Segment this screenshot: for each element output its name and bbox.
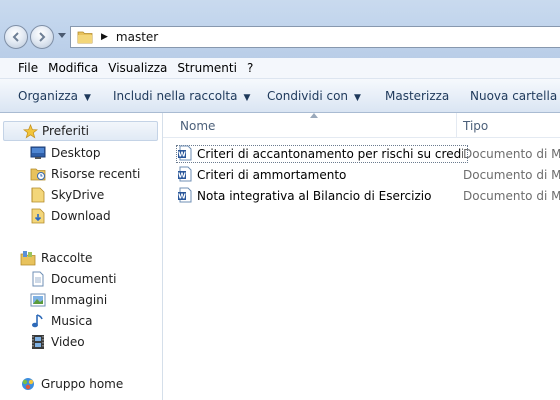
file-list: Nome Tipo W Criteri di accantonamento pe… — [163, 113, 560, 400]
back-button[interactable] — [4, 25, 28, 49]
nav-label: Documenti — [51, 272, 117, 286]
nav-label: Desktop — [51, 146, 101, 160]
column-divider[interactable] — [456, 113, 457, 137]
address-bar[interactable]: ▶ master — [70, 26, 560, 48]
burn-button[interactable]: Masterizza — [385, 89, 449, 103]
nav-label: SkyDrive — [51, 188, 105, 202]
folder-icon — [77, 31, 93, 44]
navigation-pane: Preferiti Desktop Risorse recenti SkyDri… — [0, 113, 163, 400]
organize-button[interactable]: Organizza ▼ — [18, 89, 91, 103]
chevron-down-icon: ▼ — [354, 93, 361, 103]
word-document-icon: W — [177, 187, 193, 206]
file-type: Documento di Mic — [463, 168, 560, 182]
film-icon — [30, 334, 46, 350]
file-name-cell[interactable]: W Criteri di accantonamento per rischi s… — [176, 145, 468, 163]
desktop-icon — [30, 145, 46, 161]
nav-homegroup[interactable]: Gruppo home — [0, 374, 162, 394]
nav-label: Musica — [51, 314, 93, 328]
share-with-button[interactable]: Condividi con ▼ — [267, 89, 361, 103]
file-type: Documento di Mic — [463, 147, 560, 161]
nav-documents[interactable]: Documenti — [0, 269, 162, 289]
nav-pictures[interactable]: Immagini — [0, 290, 162, 310]
recent-places-icon — [30, 166, 46, 182]
nav-video[interactable]: Video — [0, 332, 162, 352]
svg-text:W: W — [178, 171, 186, 179]
svg-text:W: W — [178, 150, 186, 158]
word-document-icon: W — [177, 166, 193, 185]
forward-button[interactable] — [30, 25, 54, 49]
sort-ascending-icon — [310, 113, 318, 118]
nav-skydrive[interactable]: SkyDrive — [0, 185, 162, 205]
share-label: Condividi con — [267, 89, 349, 103]
nav-label: Risorse recenti — [51, 167, 141, 181]
libraries-icon — [20, 250, 36, 266]
recent-pages-dropdown-icon[interactable] — [58, 33, 66, 39]
new-folder-button[interactable]: Nuova cartella — [470, 89, 557, 103]
download-folder-icon — [30, 208, 46, 224]
chevron-down-icon: ▼ — [243, 93, 251, 103]
command-bar: Organizza ▼ Includi nella raccolta ▼ Condi… — [0, 79, 560, 113]
nav-label: Raccolte — [41, 251, 93, 265]
pictures-icon — [30, 292, 46, 308]
menu-bar: File Modifica Visualizza Strumenti ? — [0, 58, 560, 79]
column-type[interactable]: Tipo — [463, 119, 488, 133]
file-type: Documento di Mic — [463, 189, 560, 203]
file-name: Nota integrativa al Bilancio di Esercizi… — [197, 189, 432, 203]
include-in-library-button[interactable]: Includi nella raccolta ▼ — [113, 89, 250, 103]
forward-arrow-icon — [39, 32, 46, 42]
documents-icon — [30, 271, 46, 287]
new-folder-label: Nuova cartella — [470, 89, 558, 103]
menu-help[interactable]: ? — [247, 61, 253, 75]
breadcrumb-separator-icon[interactable]: ▶ — [101, 32, 108, 42]
file-name: Criteri di accantonamento per rischi su … — [197, 147, 463, 161]
nav-label: Video — [51, 335, 85, 349]
organize-label: Organizza — [18, 89, 79, 103]
column-headers: Nome Tipo — [163, 113, 560, 138]
skydrive-folder-icon — [30, 187, 46, 203]
svg-text:W: W — [178, 192, 186, 200]
file-row[interactable]: W Criteri di ammortamento Documento di M… — [176, 165, 560, 185]
back-arrow-icon — [12, 32, 19, 42]
file-name-cell[interactable]: W Criteri di ammortamento — [176, 166, 468, 184]
column-name[interactable]: Nome — [180, 119, 215, 133]
file-name-cell[interactable]: W Nota integrativa al Bilancio di Eserci… — [176, 187, 468, 205]
title-bar: ▶ master — [0, 0, 560, 58]
menu-file[interactable]: File — [18, 61, 38, 75]
menu-tools[interactable]: Strumenti — [177, 61, 237, 75]
nav-recent[interactable]: Risorse recenti — [0, 164, 162, 184]
include-label: Includi nella raccolta — [113, 89, 238, 103]
nav-favorites[interactable]: Preferiti — [3, 121, 158, 141]
music-note-icon — [30, 313, 46, 329]
nav-download[interactable]: Download — [0, 206, 162, 226]
nav-libraries[interactable]: Raccolte — [0, 248, 162, 268]
menu-edit[interactable]: Modifica — [48, 61, 98, 75]
breadcrumb-folder[interactable]: master — [116, 30, 158, 44]
homegroup-icon — [20, 376, 36, 392]
nav-label: Immagini — [51, 293, 108, 307]
file-row[interactable]: W Criteri di accantonamento per rischi s… — [176, 144, 560, 164]
nav-label: Preferiti — [42, 124, 89, 138]
menu-view[interactable]: Visualizza — [108, 61, 167, 75]
burn-label: Masterizza — [385, 89, 450, 103]
nav-music[interactable]: Musica — [0, 311, 162, 331]
chevron-down-icon: ▼ — [84, 93, 91, 103]
nav-label: Gruppo home — [41, 377, 124, 391]
file-row[interactable]: W Nota integrativa al Bilancio di Eserci… — [176, 186, 560, 206]
star-icon — [22, 123, 38, 139]
file-name: Criteri di ammortamento — [197, 168, 347, 182]
nav-label: Download — [51, 209, 111, 223]
word-document-icon: W — [177, 145, 193, 164]
nav-desktop[interactable]: Desktop — [0, 143, 162, 163]
